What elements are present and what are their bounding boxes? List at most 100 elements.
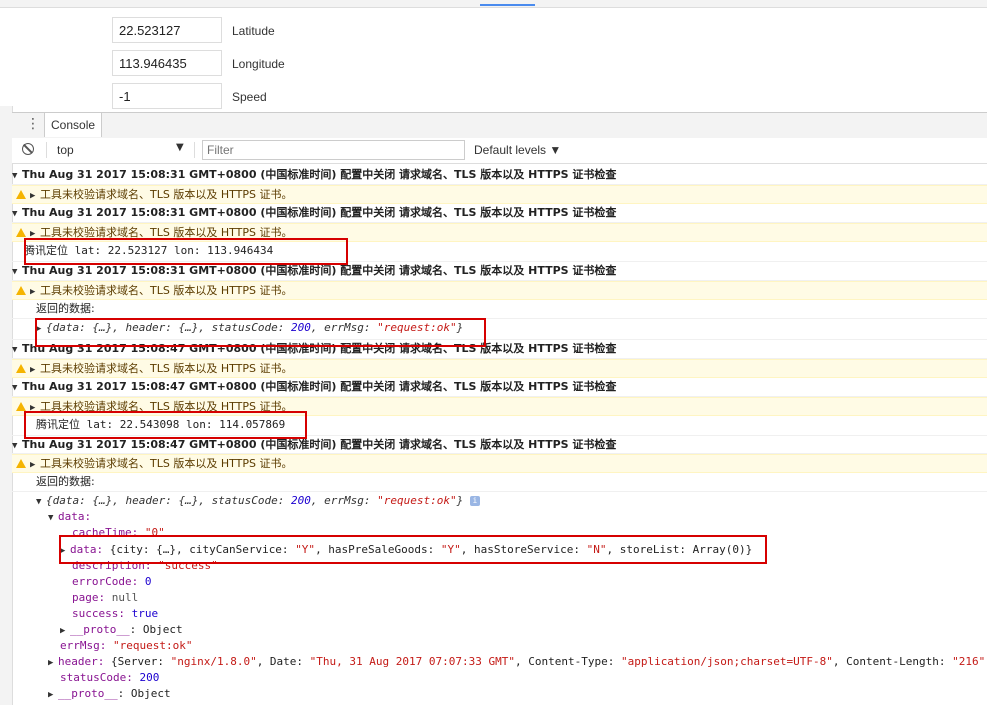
err-msg: "request:ok": [377, 494, 457, 507]
prop-key: success:: [72, 607, 125, 620]
warning-icon: [16, 190, 26, 199]
chevron-down-icon[interactable]: ▼: [176, 142, 184, 153]
prop-key: __proto__: [58, 687, 118, 700]
log-message: 返回的数据:: [12, 473, 987, 492]
highlight-box: [24, 411, 307, 439]
filter-input[interactable]: [202, 140, 465, 160]
expand-triangle-icon[interactable]: ▼: [48, 510, 58, 525]
toolbar-divider: [46, 142, 47, 158]
prop-value: : Object: [117, 687, 171, 700]
expand-triangle-icon[interactable]: ▼: [36, 493, 46, 509]
expand-triangle-icon[interactable]: ▼: [12, 167, 22, 184]
group-title: Thu Aug 31 2017 15:08:47 GMT+0800 (中国标准时…: [22, 438, 617, 451]
prop-key: data:: [58, 510, 92, 523]
group-title: Thu Aug 31 2017 15:08:31 GMT+0800 (中国标准时…: [22, 264, 617, 277]
log-label: 返回的数据:: [36, 475, 95, 488]
speed-input[interactable]: [112, 83, 222, 109]
tree-node[interactable]: ▶ header: {Server: "nginx/1.8.0", Date: "…: [12, 654, 987, 670]
prop-value: , Date:: [256, 655, 310, 668]
warning-text: 工具未校验请求域名、TLS 版本以及 HTTPS 证书。: [40, 284, 293, 297]
active-indicator: [480, 4, 535, 6]
prop-value: 0: [144, 575, 152, 588]
drawer-tabbar: [12, 112, 987, 139]
log-message: 返回的数据:: [12, 300, 987, 319]
prop-value: , Content-Type:: [514, 655, 621, 668]
highlight-box: [59, 535, 767, 564]
object-preview: {data: {…}, header: {…}, statusCode:: [46, 494, 292, 507]
group-title: Thu Aug 31 2017 15:08:31 GMT+0800 (中国标准时…: [22, 168, 617, 181]
expand-triangle-icon[interactable]: ▶: [30, 283, 40, 299]
prop-value: "application/json;charset=UTF-8": [620, 655, 833, 668]
toolbar-divider: [194, 142, 195, 158]
expand-triangle-icon[interactable]: ▶: [48, 687, 58, 702]
longitude-label: Longitude: [232, 57, 285, 71]
info-icon[interactable]: i: [469, 496, 480, 506]
group-title: Thu Aug 31 2017 15:08:47 GMT+0800 (中国标准时…: [22, 380, 617, 393]
object-preview: , errMsg:: [310, 494, 378, 507]
tree-node[interactable]: ▶ __proto__: Object: [12, 622, 987, 638]
console-group-header[interactable]: ▼ Thu Aug 31 2017 15:08:31 GMT+0800 (中国标准…: [12, 166, 987, 185]
expand-triangle-icon[interactable]: ▶: [30, 361, 40, 377]
prop-value: "216",: [952, 655, 987, 668]
warning-icon: [16, 402, 26, 411]
expand-triangle-icon[interactable]: ▶: [30, 456, 40, 472]
log-levels-label: Default levels: [474, 143, 547, 157]
warning-icon: [16, 286, 26, 295]
console-group-header[interactable]: ▼ Thu Aug 31 2017 15:08:31 GMT+0800 (中国标准…: [12, 204, 987, 223]
prop-value: "nginx/1.8.0": [170, 655, 257, 668]
tree-node: errorCode: 0: [12, 574, 987, 590]
expand-triangle-icon[interactable]: ▼: [12, 205, 22, 222]
prop-key: statusCode:: [60, 671, 133, 684]
expand-triangle-icon[interactable]: ▶: [30, 187, 40, 203]
warning-icon: [16, 364, 26, 373]
console-group-header[interactable]: ▼ Thu Aug 31 2017 15:08:47 GMT+0800 (中国标准…: [12, 378, 987, 397]
prop-value: "Thu, 31 Aug 2017 07:07:33 GMT": [309, 655, 515, 668]
tree-node[interactable]: ▼ data:: [12, 509, 987, 525]
tree-node: errMsg: "request:ok": [12, 638, 987, 654]
warning-row: ▶ 工具未校验请求域名、TLS 版本以及 HTTPS 证书。: [12, 185, 987, 204]
warning-row: ▶ 工具未校验请求域名、TLS 版本以及 HTTPS 证书。: [12, 359, 987, 378]
expand-triangle-icon[interactable]: ▼: [12, 379, 22, 396]
tree-node: statusCode: 200: [12, 670, 987, 686]
more-menu-icon[interactable]: ⋮: [26, 116, 40, 132]
expand-triangle-icon[interactable]: ▶: [48, 655, 58, 670]
warning-text: 工具未校验请求域名、TLS 版本以及 HTTPS 证书。: [40, 188, 293, 201]
tree-node: success: true: [12, 606, 987, 622]
expand-triangle-icon[interactable]: ▶: [60, 623, 70, 638]
warning-text: 工具未校验请求域名、TLS 版本以及 HTTPS 证书。: [40, 362, 293, 375]
warning-row: ▶ 工具未校验请求域名、TLS 版本以及 HTTPS 证书。: [12, 281, 987, 300]
tree-node[interactable]: ▶ __proto__: Object: [12, 686, 987, 702]
warning-row: ▶ 工具未校验请求域名、TLS 版本以及 HTTPS 证书。: [12, 454, 987, 473]
prop-value: {Server:: [104, 655, 171, 668]
prop-key: header:: [58, 655, 105, 668]
status-code: 200: [291, 494, 311, 507]
longitude-input[interactable]: [112, 50, 222, 76]
tab-console[interactable]: Console: [44, 113, 103, 137]
warning-icon: [16, 228, 26, 237]
expand-triangle-icon[interactable]: ▼: [12, 437, 22, 453]
prop-value: , Content-Length:: [832, 655, 953, 668]
context-selector[interactable]: top: [57, 143, 74, 157]
prop-value: true: [131, 607, 159, 620]
highlight-box: [35, 318, 486, 347]
object-preview: }: [456, 494, 464, 507]
prop-key: __proto__: [70, 623, 130, 636]
clear-console-icon[interactable]: [22, 143, 34, 155]
tree-root[interactable]: ▼ {data: {…}, header: {…}, statusCode: 20…: [12, 492, 987, 509]
warning-text: 工具未校验请求域名、TLS 版本以及 HTTPS 证书。: [40, 457, 293, 470]
latitude-input[interactable]: [112, 17, 222, 43]
top-strip: [0, 0, 987, 8]
highlight-box: [24, 238, 348, 265]
group-title: Thu Aug 31 2017 15:08:31 GMT+0800 (中国标准时…: [22, 206, 617, 219]
prop-key: page:: [72, 591, 106, 604]
prop-key: errMsg:: [60, 639, 107, 652]
warning-icon: [16, 459, 26, 468]
prop-value: 200: [139, 671, 160, 684]
log-levels-dropdown[interactable]: Default levels ▼: [474, 143, 561, 157]
log-label: 返回的数据:: [36, 302, 95, 315]
prop-value: "request:ok": [112, 639, 193, 652]
speed-label: Speed: [232, 90, 267, 104]
expand-triangle-icon[interactable]: ▼: [12, 263, 22, 280]
prop-key: errorCode:: [72, 575, 139, 588]
expand-triangle-icon[interactable]: ▼: [12, 341, 22, 358]
